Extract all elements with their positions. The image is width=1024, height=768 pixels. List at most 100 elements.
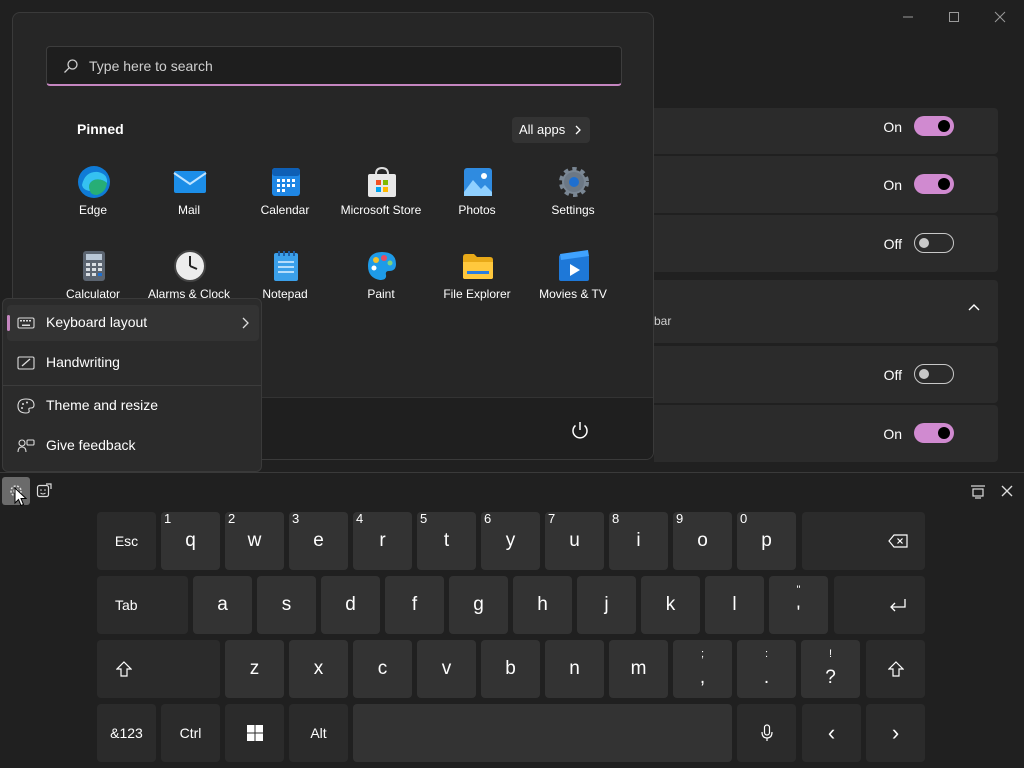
key-p[interactable]: 0p: [737, 511, 796, 570]
shift-icon: [116, 661, 132, 677]
key-n[interactable]: n: [545, 640, 604, 698]
app-movies-tv[interactable]: Movies & TV: [525, 249, 621, 319]
minimize-icon: [903, 16, 913, 18]
all-apps-button[interactable]: All apps: [512, 117, 590, 143]
calculator-icon: [83, 251, 105, 281]
app-calendar[interactable]: Calendar: [237, 165, 333, 235]
settings-gear-icon: [559, 167, 589, 197]
key-letter: u: [569, 530, 580, 551]
key-k[interactable]: k: [641, 576, 700, 634]
key-m[interactable]: m: [609, 640, 668, 698]
menu-item-label: Keyboard layout: [46, 314, 148, 330]
all-apps-label: All apps: [519, 122, 566, 137]
shift-icon: [887, 661, 904, 677]
settings-row-5: On: [654, 405, 998, 462]
minimize-button[interactable]: [898, 8, 918, 28]
menu-item-keyboard-layout[interactable]: Keyboard layout: [7, 305, 259, 341]
key-tab[interactable]: Tab: [97, 576, 188, 634]
key-alt[interactable]: Alt: [289, 704, 348, 762]
menu-item-theme-resize[interactable]: Theme and resize: [7, 388, 259, 424]
key-u[interactable]: 7u: [545, 511, 604, 570]
dock-keyboard-icon[interactable]: [970, 485, 986, 499]
toggle-state-label: Off: [883, 236, 902, 252]
key-z[interactable]: z: [225, 640, 284, 698]
key-f[interactable]: f: [385, 576, 444, 634]
key-microphone[interactable]: [737, 704, 796, 762]
key-v[interactable]: v: [417, 640, 476, 698]
key-b[interactable]: b: [481, 640, 540, 698]
key-q[interactable]: 1q: [161, 511, 220, 570]
microphone-icon: [760, 724, 773, 741]
window-close-button[interactable]: [990, 8, 1010, 28]
store-icon: [368, 166, 396, 197]
search-input[interactable]: [89, 55, 589, 77]
key-question[interactable]: !?: [801, 640, 860, 698]
key-esc[interactable]: Esc: [97, 512, 156, 570]
key-letter: t: [443, 530, 450, 551]
key-shift-right[interactable]: [866, 640, 925, 698]
maximize-button[interactable]: [944, 8, 964, 28]
key-comma[interactable]: ;,: [673, 640, 732, 698]
menu-item-give-feedback[interactable]: Give feedback: [7, 428, 259, 464]
power-icon[interactable]: [569, 420, 591, 442]
toggle-switch[interactable]: [914, 174, 954, 194]
key-y[interactable]: 6y: [481, 511, 540, 570]
app-label: Settings: [551, 203, 595, 217]
key-c[interactable]: c: [353, 640, 412, 698]
paint-icon: [368, 252, 396, 280]
key-a[interactable]: a: [193, 576, 252, 634]
app-paint[interactable]: Paint: [333, 249, 429, 319]
chevron-right-icon: [242, 317, 249, 329]
clock-icon: [174, 250, 206, 282]
key-s[interactable]: s: [257, 576, 316, 634]
key-arrow-right[interactable]: ›: [866, 704, 925, 762]
key-letter: w: [247, 530, 262, 551]
key-enter[interactable]: [834, 576, 925, 634]
app-edge[interactable]: Edge: [45, 165, 141, 235]
key-apostrophe[interactable]: " ': [769, 576, 828, 634]
key-secondary: !: [828, 648, 833, 660]
key-h[interactable]: h: [513, 576, 572, 634]
key-letter: e: [313, 530, 324, 551]
key-backspace[interactable]: [802, 512, 925, 570]
key-o[interactable]: 9o: [673, 511, 732, 570]
key-arrow-left[interactable]: ‹: [802, 704, 861, 762]
app-file-explorer[interactable]: File Explorer: [429, 249, 525, 319]
key-w[interactable]: 2w: [225, 511, 284, 570]
key-windows[interactable]: [225, 704, 284, 762]
pen-icon: [17, 356, 35, 370]
close-keyboard-icon[interactable]: [1000, 484, 1014, 498]
key-d[interactable]: d: [321, 576, 380, 634]
search-box[interactable]: [46, 46, 622, 86]
key-shift-left[interactable]: [97, 640, 220, 698]
key-primary: ': [796, 603, 801, 624]
menu-item-handwriting[interactable]: Handwriting: [7, 345, 259, 381]
key-e[interactable]: 3e: [289, 511, 348, 570]
toggle-switch[interactable]: [914, 364, 954, 384]
app-photos[interactable]: Photos: [429, 165, 525, 235]
key-period[interactable]: :.: [737, 640, 796, 698]
toggle-switch[interactable]: [914, 116, 954, 136]
key-x[interactable]: x: [289, 640, 348, 698]
mouse-cursor-icon: [14, 487, 28, 507]
settings-row-expandable[interactable]: bar: [654, 280, 998, 343]
key-g[interactable]: g: [449, 576, 508, 634]
app-settings[interactable]: Settings: [525, 165, 621, 235]
key-space[interactable]: [353, 704, 732, 762]
app-microsoft-store[interactable]: Microsoft Store: [333, 165, 429, 235]
key-r[interactable]: 4r: [353, 511, 412, 570]
backspace-icon: [888, 534, 908, 548]
key-ctrl[interactable]: Ctrl: [161, 704, 220, 762]
key-l[interactable]: l: [705, 576, 764, 634]
emoji-icon[interactable]: [36, 483, 52, 499]
key-t[interactable]: 5t: [417, 511, 476, 570]
key-i[interactable]: 8i: [609, 511, 668, 570]
key-j[interactable]: j: [577, 576, 636, 634]
chevron-up-icon: [968, 304, 980, 311]
key-symbols[interactable]: &123: [97, 704, 156, 762]
key-secondary: ": [796, 584, 801, 596]
app-mail[interactable]: Mail: [141, 165, 237, 235]
toggle-switch[interactable]: [914, 423, 954, 443]
key-number: 3: [292, 511, 300, 526]
toggle-switch[interactable]: [914, 233, 954, 253]
